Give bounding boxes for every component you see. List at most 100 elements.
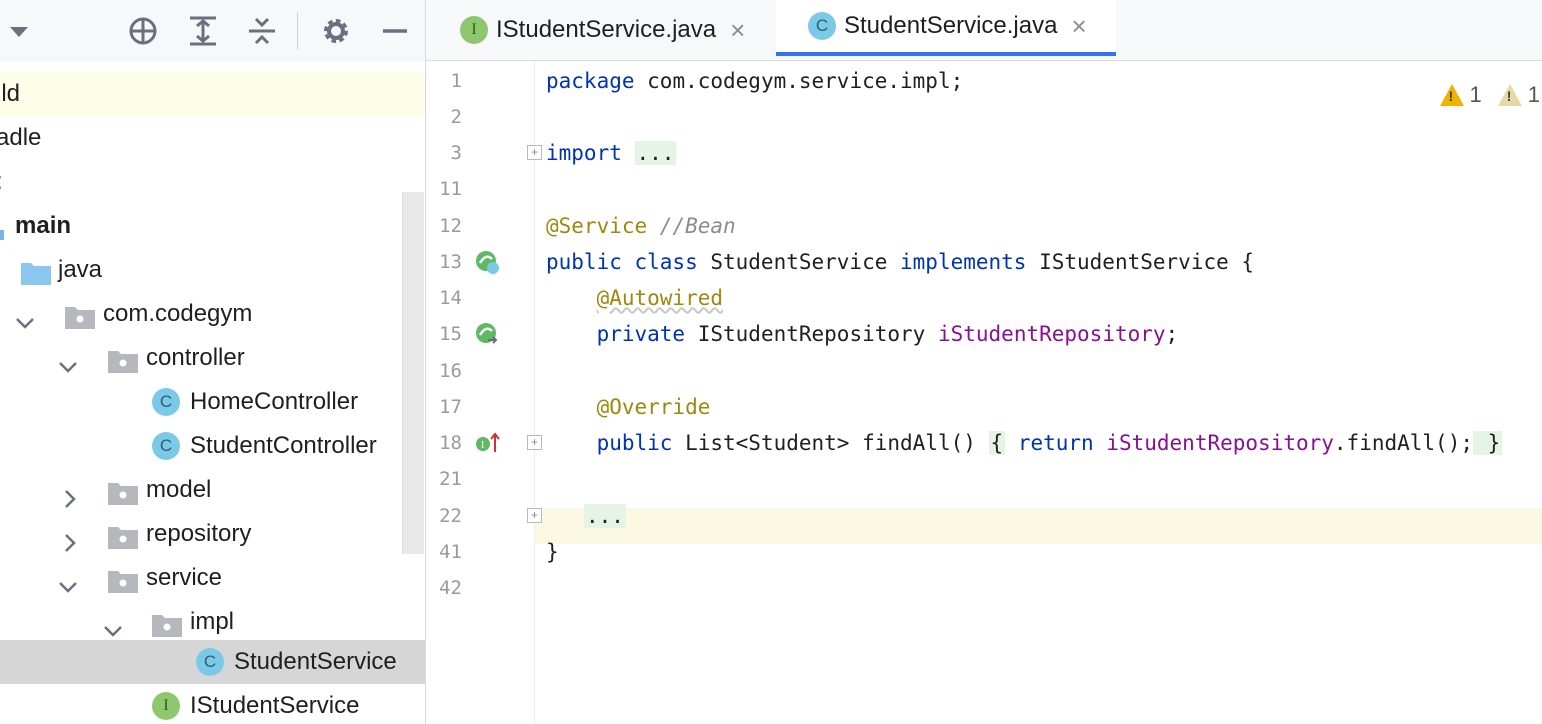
package-icon <box>107 345 139 373</box>
tree-item-istudentservice[interactable]: I IStudentService <box>0 684 425 724</box>
fold-expand-icon[interactable]: + <box>527 145 542 160</box>
code-line-18: public List<Student> findAll() { return … <box>596 431 1503 455</box>
tree-item-main[interactable]: main <box>0 204 425 248</box>
line-number: 18 <box>439 432 462 454</box>
tree-item-label: adle <box>0 124 42 151</box>
tree-item-service[interactable]: service <box>0 556 425 600</box>
interface-icon: I <box>460 16 488 44</box>
tree-item-gradle[interactable]: adle <box>0 116 425 160</box>
tree-item-controller[interactable]: controller <box>0 336 425 380</box>
source-folder-icon <box>20 257 52 285</box>
class-icon: C <box>152 432 180 460</box>
tree-item-homecontroller[interactable]: C HomeController <box>0 380 425 424</box>
line-number: 12 <box>439 215 462 237</box>
folder-icon <box>0 213 8 240</box>
tree-item-label: controller <box>146 344 245 371</box>
close-icon[interactable]: × <box>1071 11 1086 42</box>
fold-expand-icon[interactable]: + <box>527 508 542 523</box>
tree-item-src[interactable]: : <box>0 160 425 204</box>
code-line-13: public class StudentService implements I… <box>546 250 1255 274</box>
warning-icon: ! <box>1439 84 1464 106</box>
svg-text:I: I <box>481 440 484 451</box>
line-number: 17 <box>439 396 462 418</box>
line-number: 14 <box>439 287 462 309</box>
gear-icon[interactable] <box>319 14 353 48</box>
line-number: 16 <box>439 360 462 382</box>
close-icon[interactable]: × <box>730 15 745 46</box>
code-line-3: import ... <box>546 141 677 165</box>
line-number: 1 <box>450 70 462 92</box>
code-area[interactable]: package com.codegym.service.impl; import… <box>546 61 1542 724</box>
implements-method-icon[interactable]: I <box>474 430 500 454</box>
tree-item-studentservice[interactable]: C StudentService <box>0 640 425 684</box>
minimize-icon[interactable] <box>378 14 412 48</box>
tree-item-com-codegym[interactable]: com.codegym <box>0 292 425 336</box>
class-icon: C <box>152 388 180 416</box>
tree-item-label: ild <box>0 80 21 107</box>
expand-all-icon[interactable] <box>186 14 220 48</box>
tree-item-label: com.codegym <box>103 300 253 327</box>
project-panel: ild adle : main java <box>0 0 426 724</box>
package-icon <box>107 477 139 505</box>
line-number: 15 <box>439 323 462 345</box>
chevron-down-icon[interactable] <box>58 348 78 373</box>
editor-tab-bar: I IStudentService.java × C StudentServic… <box>426 0 1542 61</box>
weak-warning-icon: ! <box>1497 84 1522 106</box>
line-number: 13 <box>439 251 462 273</box>
code-line-22: ... <box>546 504 626 528</box>
folded-block[interactable]: ... <box>583 504 626 528</box>
line-number: 22 <box>439 505 462 527</box>
line-number: 41 <box>439 541 462 563</box>
inspection-widget[interactable]: ! 1 ! 1 <box>1439 82 1540 108</box>
chevron-right-icon[interactable] <box>60 480 80 508</box>
tree-item-model[interactable]: model <box>0 468 425 512</box>
line-number: 21 <box>439 468 462 490</box>
line-number: 11 <box>439 178 462 200</box>
tree-item-impl[interactable]: impl <box>0 600 425 644</box>
autowired-gutter-icon[interactable] <box>474 321 498 345</box>
chevron-down-icon[interactable] <box>58 568 78 593</box>
code-line-17: @Override <box>596 395 711 419</box>
interface-icon: I <box>152 692 180 720</box>
code-line-15: private IStudentRepository iStudentRepos… <box>596 322 1179 346</box>
chevron-right-icon[interactable] <box>60 524 80 552</box>
tree-item-label: main <box>15 212 72 239</box>
tab-istudentservice[interactable]: I IStudentService.java × <box>460 0 745 60</box>
fold-expand-icon[interactable]: + <box>527 435 542 450</box>
chevron-down-icon[interactable] <box>103 612 123 637</box>
line-number: 3 <box>450 142 462 164</box>
project-toolbar <box>0 0 425 62</box>
package-icon <box>107 521 139 549</box>
bean-gutter-icon[interactable] <box>474 249 499 274</box>
tab-label: StudentService.java <box>844 12 1058 39</box>
tree-item-java[interactable]: java <box>0 248 425 292</box>
locate-icon[interactable] <box>126 14 160 48</box>
tree-item-label: : <box>0 160 3 204</box>
chevron-down-icon[interactable] <box>15 304 35 329</box>
tree-item-label: service <box>146 564 223 591</box>
tree-item-label: model <box>146 476 212 503</box>
tree-item-label: StudentService <box>234 648 397 675</box>
warning-count: 1 <box>1469 82 1482 107</box>
tree-item-build[interactable]: ild <box>0 72 425 116</box>
tree-item-label: java <box>58 256 103 283</box>
tab-studentservice[interactable]: C StudentService.java × <box>776 0 1116 56</box>
project-tree: ild adle : main java <box>0 72 425 724</box>
tree-item-label: HomeController <box>190 388 359 415</box>
tree-item-studentcontroller[interactable]: C StudentController <box>0 424 425 468</box>
editor-gutter: 1 2 3 11 12 13 14 15 16 17 18 21 22 41 4… <box>426 61 542 724</box>
class-icon: C <box>808 12 836 40</box>
tree-item-repository[interactable]: repository <box>0 512 425 556</box>
package-icon <box>107 565 139 593</box>
collapse-all-icon[interactable] <box>245 14 279 48</box>
chevron-down-icon[interactable] <box>2 14 36 48</box>
folded-imports[interactable]: ... <box>634 141 677 165</box>
code-line-41: } <box>546 540 559 564</box>
tree-item-label: impl <box>190 608 235 635</box>
tree-item-label: StudentController <box>190 432 377 459</box>
code-line-1: package com.codegym.service.impl; <box>546 69 964 93</box>
code-line-14: @Autowired <box>596 286 724 310</box>
line-number: 42 <box>439 577 462 599</box>
line-number: 2 <box>450 106 462 128</box>
tree-scrollbar[interactable] <box>402 192 424 554</box>
